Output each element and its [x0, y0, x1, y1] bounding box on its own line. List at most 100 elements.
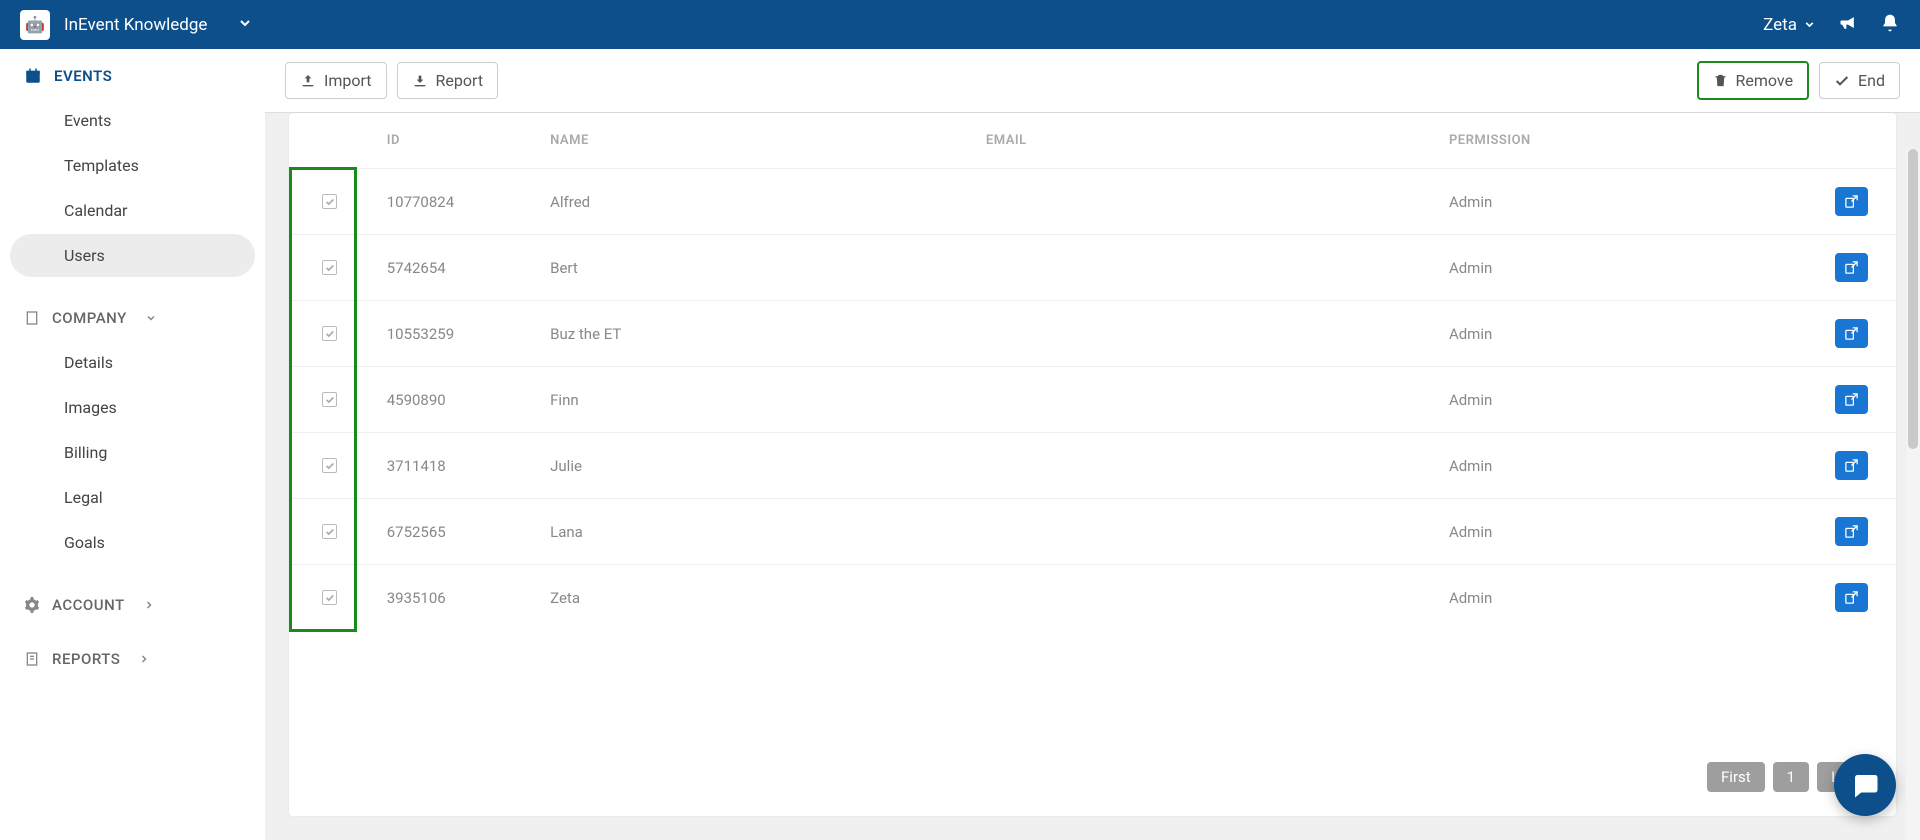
sidebar-events-items: EventsTemplatesCalendarUsers [0, 99, 265, 291]
cell-permission: Admin [1433, 565, 1787, 631]
sidebar-head-events[interactable]: EVENTS [0, 49, 265, 97]
chat-icon [1850, 770, 1880, 800]
th-name[interactable]: NAME [534, 113, 970, 169]
download-icon [412, 73, 428, 89]
import-button[interactable]: Import [285, 62, 387, 99]
users-card: ID NAME EMAIL PERMISSION 10770824AlfredA… [289, 113, 1896, 816]
chevron-right-icon [138, 653, 150, 665]
cell-name: Julie [534, 433, 970, 499]
edit-button[interactable] [1835, 319, 1868, 348]
sidebar: EVENTS EventsTemplatesCalendarUsers COMP… [0, 49, 265, 840]
sidebar-item-users[interactable]: Users [10, 234, 255, 277]
cell-email [970, 433, 1433, 499]
row-checkbox[interactable] [322, 392, 337, 407]
cell-email [970, 301, 1433, 367]
edit-button[interactable] [1835, 385, 1868, 414]
sidebar-company-items: DetailsImagesBillingLegalGoals [0, 341, 265, 578]
users-tbody: 10770824AlfredAdmin5742654BertAdmin10553… [289, 169, 1896, 631]
cell-id: 10553259 [371, 301, 534, 367]
row-checkbox[interactable] [322, 458, 337, 473]
sidebar-head-company[interactable]: COMPANY [0, 291, 265, 339]
bell-icon[interactable] [1880, 13, 1900, 37]
action-bar: Import Report Remove End [265, 49, 1920, 113]
row-checkbox[interactable] [322, 326, 337, 341]
edit-icon [1844, 590, 1859, 605]
row-checkbox[interactable] [322, 524, 337, 539]
cell-name: Bert [534, 235, 970, 301]
table-row: 6752565LanaAdmin [289, 499, 1896, 565]
edit-button[interactable] [1835, 451, 1868, 480]
row-checkbox[interactable] [322, 260, 337, 275]
edit-icon [1844, 326, 1859, 341]
table-row: 4590890FinnAdmin [289, 367, 1896, 433]
cell-name: Finn [534, 367, 970, 433]
cell-email [970, 235, 1433, 301]
th-permission[interactable]: PERMISSION [1433, 113, 1787, 169]
edit-icon [1844, 392, 1859, 407]
cell-email [970, 367, 1433, 433]
th-id[interactable]: ID [371, 113, 534, 169]
check-icon [1834, 73, 1850, 89]
sidebar-item-calendar[interactable]: Calendar [10, 189, 255, 232]
page-number-button[interactable]: 1 [1773, 762, 1809, 792]
scrollbar-thumb[interactable] [1908, 149, 1918, 449]
sidebar-head-reports[interactable]: REPORTS [0, 626, 265, 680]
scrollbar[interactable] [1906, 149, 1920, 840]
edit-button[interactable] [1835, 517, 1868, 546]
calendar-icon [24, 67, 42, 85]
sidebar-item-goals[interactable]: Goals [10, 521, 255, 564]
sidebar-head-reports-label: REPORTS [52, 650, 120, 668]
table-row: 3935106ZetaAdmin [289, 565, 1896, 631]
cell-email [970, 169, 1433, 235]
cell-id: 3711418 [371, 433, 534, 499]
sidebar-item-billing[interactable]: Billing [10, 431, 255, 474]
th-email[interactable]: EMAIL [970, 113, 1433, 169]
cell-name: Lana [534, 499, 970, 565]
users-table: ID NAME EMAIL PERMISSION 10770824AlfredA… [289, 113, 1896, 630]
cell-id: 6752565 [371, 499, 534, 565]
report-button[interactable]: Report [397, 62, 499, 99]
edit-icon [1844, 194, 1859, 209]
cell-name: Alfred [534, 169, 970, 235]
page-first-button[interactable]: First [1707, 762, 1765, 792]
sidebar-head-account[interactable]: ACCOUNT [0, 578, 265, 626]
row-checkbox[interactable] [322, 194, 337, 209]
cell-permission: Admin [1433, 169, 1787, 235]
edit-button[interactable] [1835, 583, 1868, 612]
remove-button-label: Remove [1736, 71, 1794, 90]
edit-button[interactable] [1835, 187, 1868, 216]
sidebar-head-company-label: COMPANY [52, 309, 127, 327]
sidebar-item-templates[interactable]: Templates [10, 144, 255, 187]
brand-logo[interactable]: 🤖 [20, 10, 50, 40]
edit-icon [1844, 458, 1859, 473]
table-row: 10770824AlfredAdmin [289, 169, 1896, 235]
sidebar-item-details[interactable]: Details [10, 341, 255, 384]
user-menu[interactable]: Zeta [1763, 15, 1816, 35]
chat-fab[interactable] [1834, 754, 1896, 816]
cell-permission: Admin [1433, 301, 1787, 367]
end-button-label: End [1858, 71, 1885, 90]
sidebar-head-events-label: EVENTS [54, 67, 112, 85]
sidebar-item-images[interactable]: Images [10, 386, 255, 429]
megaphone-icon[interactable] [1838, 13, 1858, 37]
remove-button[interactable]: Remove [1697, 61, 1810, 100]
cell-id: 5742654 [371, 235, 534, 301]
row-checkbox[interactable] [322, 590, 337, 605]
user-name: Zeta [1763, 15, 1797, 35]
brand-chevron-icon[interactable] [237, 15, 253, 35]
sidebar-item-legal[interactable]: Legal [10, 476, 255, 519]
cell-email [970, 565, 1433, 631]
building-icon [24, 310, 40, 326]
edit-button[interactable] [1835, 253, 1868, 282]
gear-icon [24, 597, 40, 613]
sidebar-item-events[interactable]: Events [10, 99, 255, 142]
pagination: First 1 Last [289, 744, 1896, 816]
report-button-label: Report [436, 71, 484, 90]
topbar: 🤖 InEvent Knowledge Zeta [0, 0, 1920, 49]
chevron-down-icon [1803, 18, 1816, 31]
end-button[interactable]: End [1819, 62, 1900, 99]
table-row: 5742654Bert Admin [289, 235, 1896, 301]
table-row: 3711418JulieAdmin [289, 433, 1896, 499]
cell-permission: Admin [1433, 235, 1787, 301]
topbar-right: Zeta [1763, 13, 1900, 37]
